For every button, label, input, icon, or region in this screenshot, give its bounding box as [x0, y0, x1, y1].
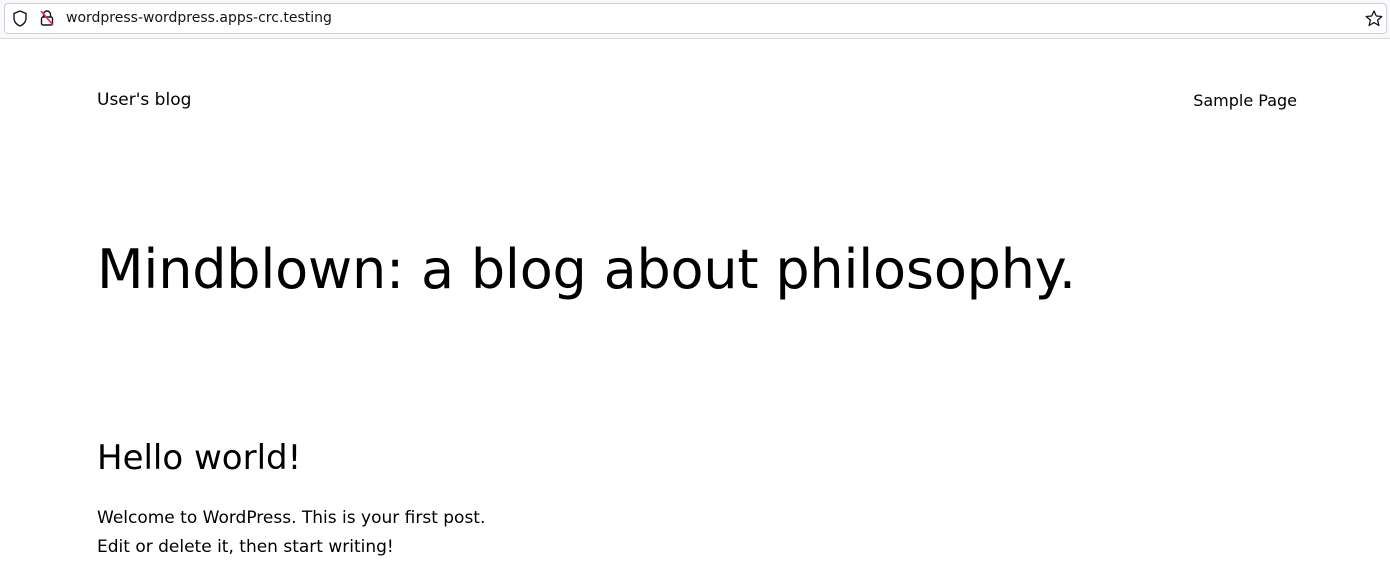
url-text[interactable]: wordpress-wordpress.apps-crc.testing — [66, 9, 332, 27]
lock-warning-icon[interactable] — [40, 10, 54, 26]
nav-item-sample-page[interactable]: Sample Page — [1193, 90, 1297, 112]
post-text-line: Welcome to WordPress. This is your first… — [97, 508, 486, 528]
toolbar-divider — [0, 38, 1390, 39]
hero-heading: Mindblown: a blog about philosophy. — [97, 238, 1076, 301]
browser-toolbar: wordpress-wordpress.apps-crc.testing — [0, 0, 1390, 38]
post-text-line: Edit or delete it, then start writing! — [97, 537, 394, 557]
shield-icon[interactable] — [12, 10, 28, 27]
post-excerpt: Welcome to WordPress. This is your first… — [97, 504, 485, 562]
bookmark-star-icon[interactable] — [1365, 10, 1383, 27]
post-title-link[interactable]: Hello world! — [97, 436, 301, 480]
site-title-link[interactable]: User's blog — [97, 89, 191, 111]
